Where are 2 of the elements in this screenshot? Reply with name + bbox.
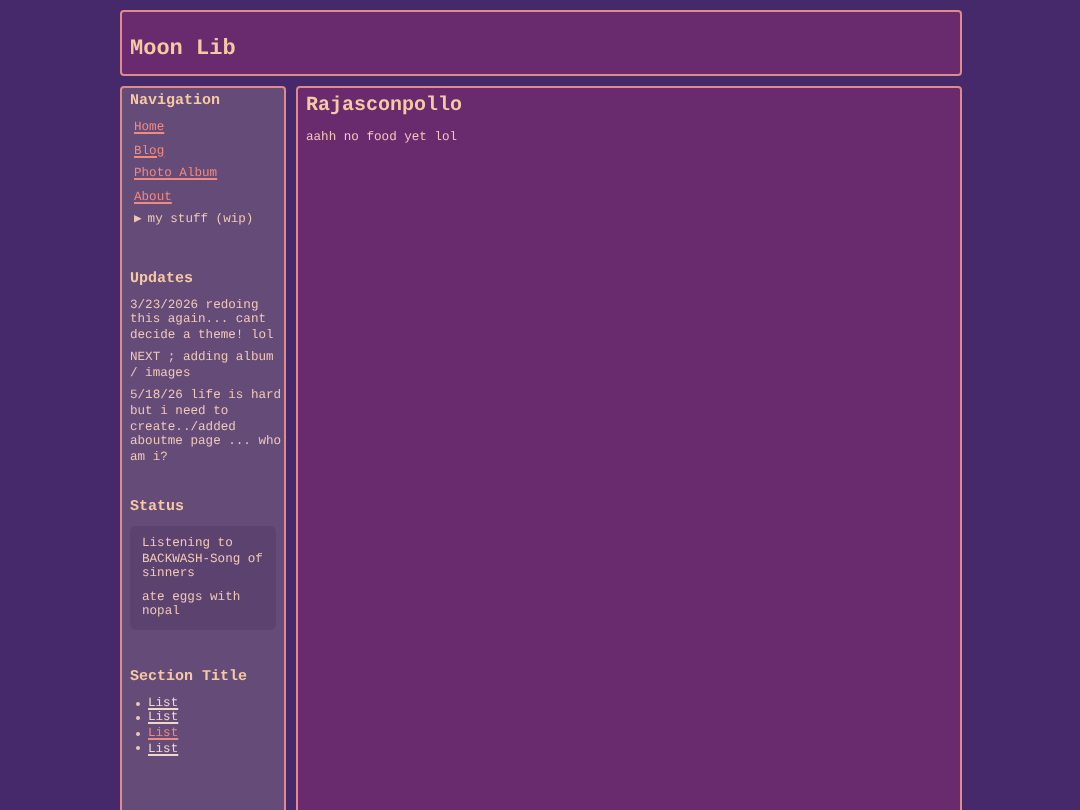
site-title: Moon Lib — [130, 37, 236, 64]
post-title: Rajasconpollo — [306, 96, 465, 120]
